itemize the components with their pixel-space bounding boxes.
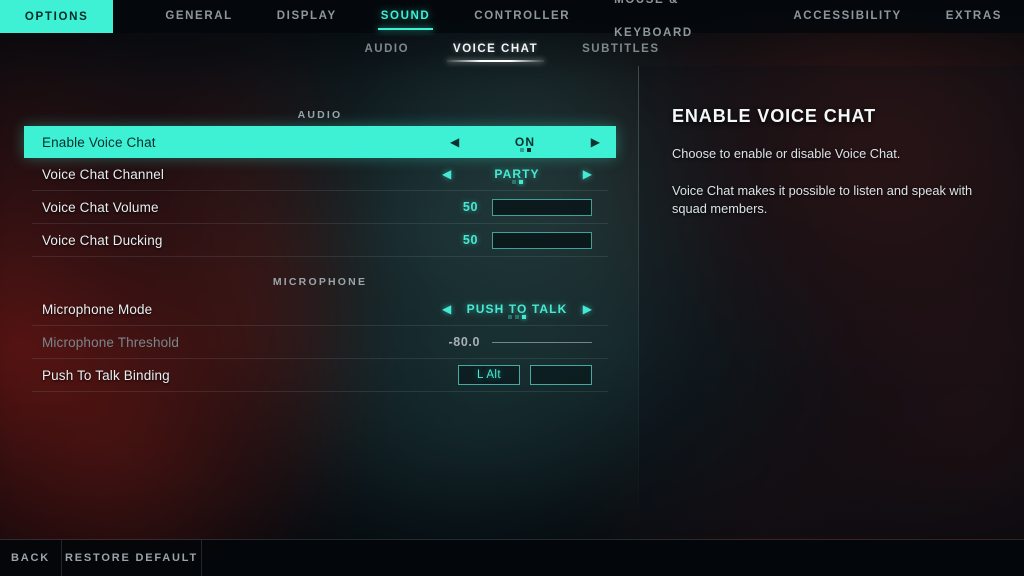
arrow-left-icon[interactable]: ◀ [442,303,451,315]
tab-general[interactable]: GENERAL [143,0,254,33]
spinner-value-box: PARTY [451,165,583,184]
keybind-primary[interactable]: L Alt [458,365,520,385]
main-tab-list: GENERAL DISPLAY SOUND CONTROLLER MOUSE &… [113,0,1024,39]
spinner-value-box: ON [459,133,591,152]
keybind-secondary[interactable] [530,365,592,385]
setting-row-push-to-talk-binding[interactable]: Push To Talk Binding L Alt [32,359,608,392]
arrow-right-icon[interactable]: ▶ [591,136,600,148]
spinner-value-voice-chat-channel: PARTY [494,167,540,181]
setting-row-voice-chat-channel[interactable]: Voice Chat Channel ◀ PARTY ▶ [32,158,608,191]
setting-row-voice-chat-volume[interactable]: Voice Chat Volume 50 [32,191,608,224]
setting-row-enable-voice-chat[interactable]: Enable Voice Chat ◀ ON ▶ [24,126,616,158]
slider-voice-chat-ducking[interactable]: 50 [456,231,608,249]
arrow-left-icon[interactable]: ◀ [450,136,459,148]
options-badge: OPTIONS [0,0,114,33]
subtab-subtitles[interactable]: SUBTITLES [560,33,681,66]
info-panel-paragraph-2: Voice Chat makes it possible to listen a… [672,182,973,217]
slider-track-voice-chat-volume[interactable] [492,198,592,216]
setting-label-voice-chat-volume: Voice Chat Volume [42,199,159,215]
top-navigation-bar: OPTIONS GENERAL DISPLAY SOUND CONTROLLER… [0,0,1024,39]
setting-row-voice-chat-ducking[interactable]: Voice Chat Ducking 50 [32,224,608,257]
slider-value-voice-chat-volume: 50 [462,200,478,214]
setting-control-microphone-mode: ◀ PUSH TO TALK ▶ [442,293,608,325]
spinner-dot-active [526,148,531,152]
setting-control-enable-voice-chat: ◀ ON ▶ [450,126,616,158]
setting-label-push-to-talk-binding: Push To Talk Binding [42,367,170,383]
setting-label-microphone-mode: Microphone Mode [42,301,153,317]
setting-label-voice-chat-ducking: Voice Chat Ducking [42,232,163,248]
sub-navigation-bar: AUDIO VOICE CHAT SUBTITLES [0,33,1024,66]
setting-label-voice-chat-channel: Voice Chat Channel [42,166,165,182]
options-screen: OPTIONS GENERAL DISPLAY SOUND CONTROLLER… [0,0,1024,576]
tab-sound[interactable]: SOUND [359,0,453,33]
spinner-dot-active [518,180,523,184]
setting-control-voice-chat-channel: ◀ PARTY ▶ [442,158,608,190]
subtab-voice-chat[interactable]: VOICE CHAT [431,33,560,66]
info-panel-paragraph-1: Choose to enable or disable Voice Chat. [672,146,901,161]
spinner-dot-active [522,315,526,319]
slider-value-voice-chat-ducking: 50 [462,233,478,247]
tab-controller[interactable]: CONTROLLER [452,0,592,33]
tab-accessibility[interactable]: ACCESSIBILITY [771,0,923,33]
tab-display[interactable]: DISPLAY [255,0,359,33]
slider-voice-chat-volume[interactable]: 50 [456,198,608,216]
spinner-dot [511,180,516,184]
keybind-group: L Alt [458,365,608,385]
section-header-microphone: MICROPHONE [272,276,368,288]
arrow-right-icon[interactable]: ▶ [583,303,592,315]
setting-control-voice-chat-ducking: 50 [456,224,608,256]
spinner-dots [459,148,591,152]
restore-default-button[interactable]: RESTORE DEFAULT [62,540,202,576]
setting-control-microphone-threshold: -80.0 [449,326,609,358]
back-button[interactable]: BACK [0,540,62,576]
slider-track-voice-chat-ducking[interactable] [492,231,592,249]
arrow-right-icon[interactable]: ▶ [583,168,592,180]
setting-label-microphone-threshold: Microphone Threshold [42,334,180,350]
setting-row-microphone-threshold: Microphone Threshold -80.0 [32,326,608,359]
bottom-action-bar: BACK RESTORE DEFAULT [0,540,1024,576]
setting-row-microphone-mode[interactable]: Microphone Mode ◀ PUSH TO TALK ▶ [32,293,608,326]
spinner-microphone-mode: ◀ PUSH TO TALK ▶ [442,300,608,319]
slider-track-microphone-threshold [492,341,592,343]
spinner-value-box: PUSH TO TALK [451,300,583,319]
section-header-audio: AUDIO [297,109,343,121]
spinner-voice-chat-channel: ◀ PARTY ▶ [442,165,608,184]
spinner-value-enable-voice-chat: ON [514,135,536,149]
setting-control-voice-chat-volume: 50 [456,191,608,223]
arrow-left-icon[interactable]: ◀ [442,168,451,180]
spinner-dot [515,315,519,319]
spinner-enable-voice-chat: ◀ ON ▶ [450,133,616,152]
tab-extras[interactable]: EXTRAS [924,0,1024,33]
setting-label-enable-voice-chat: Enable Voice Chat [42,134,156,150]
spinner-dots [451,315,583,319]
spinner-dot [519,148,524,152]
settings-list: AUDIO Enable Voice Chat ◀ ON ▶ Voice Cha… [24,104,616,392]
spinner-dot [508,315,512,319]
slider-value-microphone-threshold: -80.0 [448,335,480,349]
info-panel-title: ENABLE VOICE CHAT [672,106,876,126]
slider-microphone-threshold: -80.0 [449,335,609,349]
spinner-value-microphone-mode: PUSH TO TALK [466,302,568,316]
info-panel: ENABLE VOICE CHAT Choose to enable or di… [672,106,992,219]
spinner-dots [451,180,583,184]
subtab-audio[interactable]: AUDIO [342,33,431,66]
setting-control-push-to-talk-binding: L Alt [458,359,608,391]
